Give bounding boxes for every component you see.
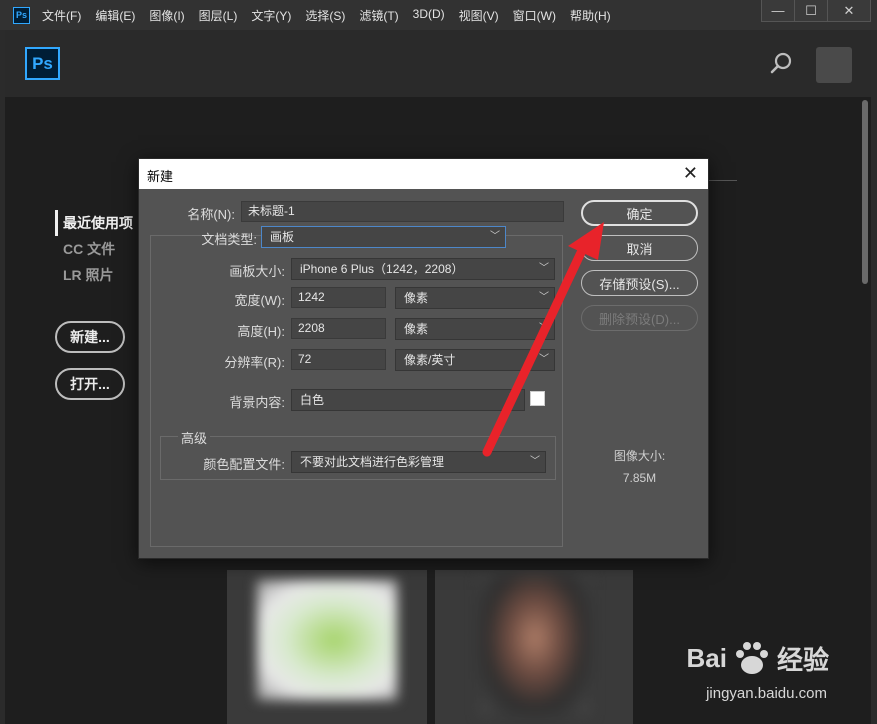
background-select[interactable]: 白色 ﹀ xyxy=(291,389,525,411)
watermark-url: jingyan.baidu.com xyxy=(706,685,827,702)
maximize-button[interactable]: ☐ xyxy=(794,0,828,22)
image-size-label: 图像大小: xyxy=(613,449,666,463)
chevron-down-icon: ﹀ xyxy=(490,231,500,242)
color-profile-value: 不要对此文档进行色彩管理 xyxy=(300,455,445,469)
height-unit-select[interactable]: 像素 ﹀ xyxy=(395,318,555,340)
resolution-input[interactable]: 72 xyxy=(291,349,386,370)
chevron-down-icon: ﹀ xyxy=(530,456,540,467)
photoshop-logo: Ps xyxy=(25,47,60,80)
watermark-brand-right: 经验 xyxy=(776,644,829,675)
doc-type-select[interactable]: 画板 ﹀ xyxy=(261,226,506,248)
new-file-button[interactable]: 新建... xyxy=(55,321,125,353)
thumbnail-image xyxy=(480,575,590,715)
menu-bar: Ps 文件(F) 编辑(E) 图像(I) 图层(L) 文字(Y) 选择(S) 滤… xyxy=(0,0,877,30)
artboard-size-select[interactable]: iPhone 6 Plus（1242，2208） ﹀ xyxy=(291,258,555,280)
chevron-down-icon: ﹀ xyxy=(539,292,549,303)
cancel-button[interactable]: 取消 xyxy=(581,235,698,261)
menu-type[interactable]: 文字(Y) xyxy=(251,7,291,24)
advanced-title: 高级 xyxy=(178,428,211,447)
width-input[interactable]: 1242 xyxy=(291,287,386,308)
color-profile-select[interactable]: 不要对此文档进行色彩管理 ﹀ xyxy=(291,451,546,473)
menu-filter[interactable]: 滤镜(T) xyxy=(359,7,398,24)
open-file-button[interactable]: 打开... xyxy=(55,368,125,400)
menu-image[interactable]: 图像(I) xyxy=(149,7,184,24)
height-input[interactable]: 2208 xyxy=(291,318,386,339)
search-icon[interactable] xyxy=(770,51,794,75)
dialog-close-icon[interactable]: ✕ xyxy=(683,163,698,183)
delete-preset-button: 删除预设(D)... xyxy=(581,305,698,331)
name-input[interactable]: 未标题-1 xyxy=(241,201,564,222)
workspace-nav: 最近使用项 CC 文件 LR 照片 xyxy=(55,210,133,288)
ok-button[interactable]: 确定 xyxy=(581,200,698,226)
resolution-label: 分辨率(R): xyxy=(224,355,285,370)
minimize-button[interactable]: — xyxy=(761,0,795,22)
menu-window[interactable]: 窗口(W) xyxy=(513,7,556,24)
background-label: 背景内容: xyxy=(229,395,285,410)
thumbnail-image xyxy=(257,580,397,700)
width-unit-select[interactable]: 像素 ﹀ xyxy=(395,287,555,309)
header-divider xyxy=(705,180,737,181)
paw-icon xyxy=(735,642,768,674)
menu-3d[interactable]: 3D(D) xyxy=(413,7,445,24)
resolution-unit-select[interactable]: 像素/英寸 ﹀ xyxy=(395,349,555,371)
menu-file[interactable]: 文件(F) xyxy=(42,7,81,24)
window-close-button[interactable]: ✕ xyxy=(827,0,871,22)
height-unit-value: 像素 xyxy=(404,322,429,336)
resolution-unit-value: 像素/英寸 xyxy=(404,353,456,367)
menu-list: 文件(F) 编辑(E) 图像(I) 图层(L) 文字(Y) 选择(S) 滤镜(T… xyxy=(42,7,625,24)
nav-lr-photos[interactable]: LR 照片 xyxy=(55,262,133,288)
chevron-down-icon: ﹀ xyxy=(539,323,549,334)
user-avatar[interactable] xyxy=(816,47,852,83)
image-size-value: 7.85M xyxy=(622,471,657,485)
chevron-down-icon: ﹀ xyxy=(539,354,549,365)
dialog-title: 新建 xyxy=(147,169,174,184)
doc-type-value: 画板 xyxy=(270,230,295,244)
width-unit-value: 像素 xyxy=(404,291,429,305)
height-label: 高度(H): xyxy=(237,324,285,339)
name-label: 名称(N): xyxy=(187,207,235,222)
artboard-size-label: 画板大小: xyxy=(229,264,285,279)
window-controls: — ☐ ✕ xyxy=(761,0,871,22)
save-preset-button[interactable]: 存储预设(S)... xyxy=(581,270,698,296)
workspace-scrollbar[interactable] xyxy=(862,100,868,284)
chevron-down-icon: ﹀ xyxy=(539,263,549,274)
background-value: 白色 xyxy=(300,393,325,407)
menu-edit[interactable]: 编辑(E) xyxy=(95,7,135,24)
nav-recent[interactable]: 最近使用项 xyxy=(55,210,133,236)
width-label: 宽度(W): xyxy=(234,293,285,308)
doc-type-label: 文档类型: xyxy=(201,232,257,247)
menu-select[interactable]: 选择(S) xyxy=(305,7,345,24)
menu-help[interactable]: 帮助(H) xyxy=(570,7,611,24)
color-profile-label: 颜色配置文件: xyxy=(203,457,285,472)
dialog-titlebar: 新建 ✕ xyxy=(139,159,708,189)
new-document-dialog: 新建 ✕ 名称(N): 未标题-1 文档类型: 画板 ﹀ 画板大小: iPhon… xyxy=(138,158,709,559)
chevron-down-icon: ﹀ xyxy=(509,394,519,405)
nav-cc-files[interactable]: CC 文件 xyxy=(55,236,133,262)
background-color-swatch[interactable] xyxy=(530,391,545,406)
watermark-brand-left: Bai xyxy=(686,642,727,673)
artboard-size-value: iPhone 6 Plus（1242，2208） xyxy=(300,262,464,276)
menu-layer[interactable]: 图层(L) xyxy=(199,7,238,24)
baidu-watermark: Bai 经验 xyxy=(687,637,829,679)
recent-file-thumbnail[interactable] xyxy=(227,570,427,724)
menu-view[interactable]: 视图(V) xyxy=(459,7,499,24)
app-icon[interactable]: Ps xyxy=(13,6,30,24)
recent-file-thumbnail[interactable] xyxy=(435,570,633,724)
workspace-header: Ps xyxy=(5,30,871,97)
